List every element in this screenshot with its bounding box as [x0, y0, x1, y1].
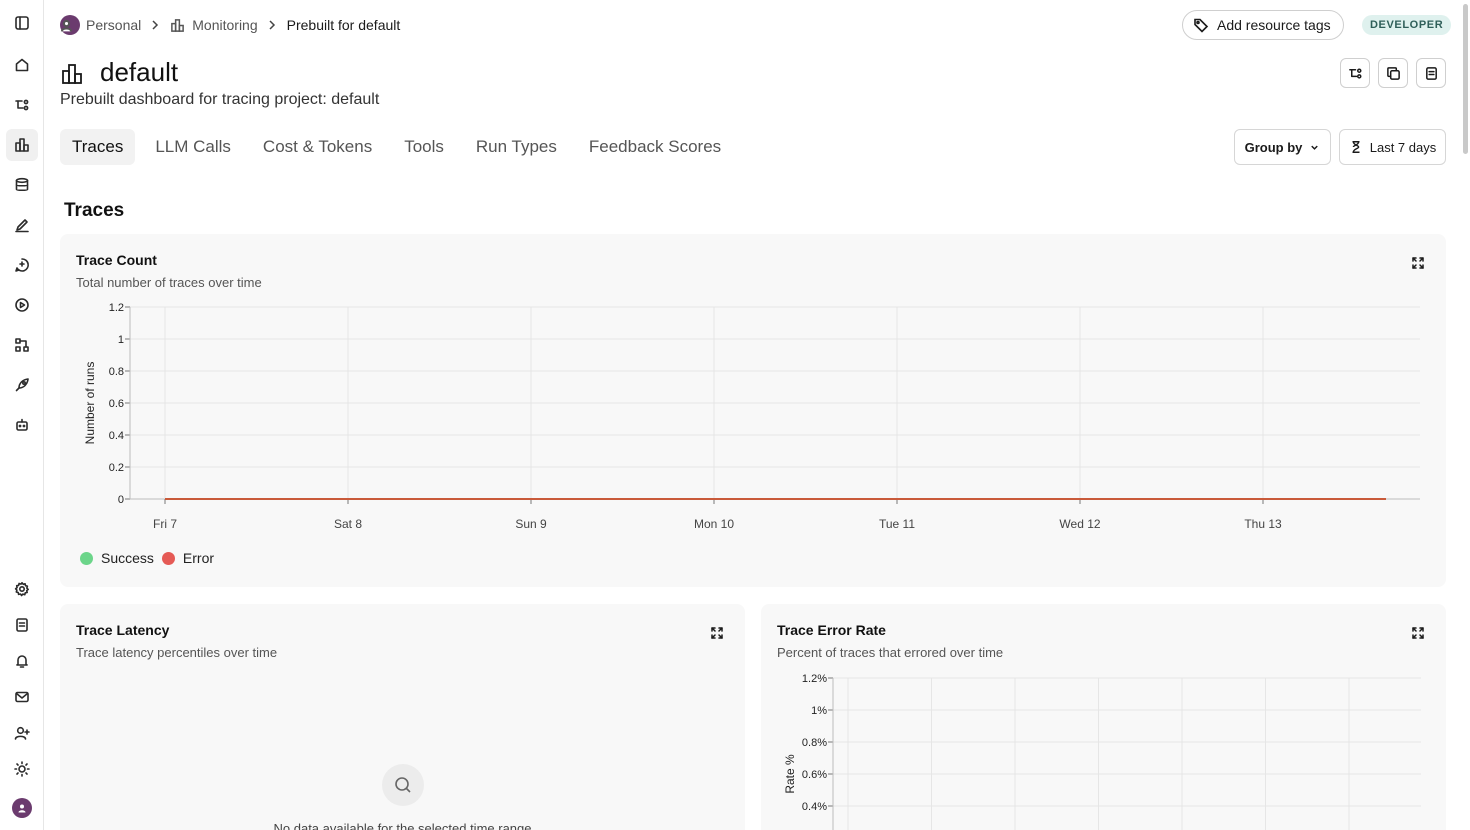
page-subtitle: Prebuilt dashboard for tracing project: …: [60, 91, 380, 108]
x-tick-label: Fri 7: [153, 517, 177, 531]
scrollbar[interactable]: [1463, 4, 1468, 154]
org-avatar-icon: [60, 15, 80, 35]
expand-icon[interactable]: [706, 622, 728, 644]
tab-cost-tokens[interactable]: Cost & Tokens: [251, 129, 384, 165]
invite-user-icon[interactable]: [6, 717, 38, 749]
tab-run-types[interactable]: Run Types: [464, 129, 569, 165]
breadcrumb: Personal Monitoring Prebuilt for default: [60, 14, 400, 36]
legend-item-success[interactable]: Success: [80, 550, 154, 566]
section-title: Traces: [64, 200, 125, 221]
search-icon: [381, 764, 424, 806]
breadcrumb-org[interactable]: Personal: [60, 15, 141, 35]
main-content: Personal Monitoring Prebuilt for default…: [44, 0, 1470, 830]
sidebar-toggle-icon[interactable]: [6, 7, 38, 39]
settings-icon[interactable]: [6, 573, 38, 605]
tab-feedback-scores[interactable]: Feedback Scores: [577, 129, 733, 165]
y-tick-label: 1: [118, 334, 124, 346]
x-tick-label: Mon 10: [694, 517, 734, 531]
legend-item-error[interactable]: Error: [161, 550, 215, 566]
home-icon[interactable]: [6, 49, 38, 81]
empty-state: No data available for the selected time …: [60, 764, 745, 830]
legend-label: Success: [101, 550, 154, 566]
hourglass-icon: [1352, 141, 1360, 153]
playground-icon[interactable]: [6, 289, 38, 321]
chart-legend: Success Error: [80, 550, 222, 566]
x-tick-label: Wed 12: [1059, 517, 1100, 531]
copy-icon: [1386, 66, 1400, 80]
y-tick-label: 0.4%: [802, 801, 827, 813]
agent-icon[interactable]: [6, 409, 38, 441]
breadcrumb-monitoring-label: Monitoring: [192, 17, 258, 33]
annotation-icon[interactable]: [6, 209, 38, 241]
tag-icon: [1194, 18, 1209, 33]
y-tick-label: 0: [118, 494, 124, 506]
app-root: Personal Monitoring Prebuilt for default…: [0, 0, 1470, 830]
trace-count-card: Trace Count Total number of traces over …: [60, 234, 1446, 587]
trace-count-chart: 0 0.2 0.4 0.6 0.8 1 1.2 Fri 7 Sat 8 Sun 9 Mon 10 Tu…: [83, 302, 1420, 531]
y-axis-label: Rate %: [783, 754, 797, 794]
y-tick-label: 0.4: [109, 430, 124, 442]
y-tick-label: 1.2%: [802, 673, 827, 685]
group-by-button[interactable]: Group by: [1234, 129, 1331, 165]
add-resource-tags-label: Add resource tags: [1217, 17, 1331, 33]
tab-llm-calls[interactable]: LLM Calls: [143, 129, 243, 165]
success-dot-icon: [80, 551, 93, 565]
chevron-right-icon: [268, 18, 276, 33]
breadcrumb-org-label: Personal: [86, 17, 142, 33]
chevron-right-icon: [151, 18, 159, 33]
trace-view-button[interactable]: [1340, 58, 1370, 88]
prompts-icon[interactable]: [6, 249, 38, 281]
x-tick-label: Tue 11: [879, 517, 915, 531]
legend-label: Error: [182, 550, 215, 566]
trace-error-rate-chart: 0.4% 0.6% 0.8% 1% 1.2% Rate %: [783, 673, 1421, 830]
sidebar: [0, 0, 44, 830]
card-title: Trace Latency: [76, 622, 170, 638]
y-tick-label: 0.6%: [802, 769, 827, 781]
empty-state-text: No data available for the selected time …: [273, 821, 532, 830]
chevron-down-icon: [1311, 145, 1319, 150]
theme-icon[interactable]: [6, 753, 38, 785]
x-tick-label: Sun 9: [515, 517, 547, 531]
x-tick-label: Thu 13: [1244, 517, 1282, 531]
add-resource-tags-button[interactable]: Add resource tags: [1182, 10, 1344, 40]
rocket-icon[interactable]: [6, 369, 38, 401]
y-tick-label: 1.2: [109, 302, 124, 314]
tab-traces[interactable]: Traces: [60, 129, 136, 165]
docs-icon: [1425, 66, 1437, 80]
tab-tools[interactable]: Tools: [392, 129, 456, 165]
dashboard-icon: [60, 62, 84, 86]
tracing-icon[interactable]: [6, 89, 38, 121]
docs-icon[interactable]: [6, 609, 38, 641]
error-dot-icon: [161, 551, 175, 565]
card-subtitle: Trace latency percentiles over time: [76, 645, 278, 660]
monitoring-icon: [171, 18, 185, 32]
trace-error-rate-card: Trace Error Rate Percent of traces that …: [761, 604, 1446, 830]
y-tick-label: 0.6: [109, 398, 124, 410]
dashboard-tabs: Traces LLM Calls Cost & Tokens Tools Run…: [60, 129, 741, 165]
time-range-label: Last 7 days: [1369, 139, 1437, 155]
tracing-icon: [1348, 67, 1361, 79]
datasets-icon[interactable]: [6, 169, 38, 201]
y-tick-label: 0.8%: [802, 737, 827, 749]
x-tick-label: Sat 8: [334, 517, 362, 531]
y-tick-label: 1%: [811, 705, 827, 717]
user-avatar-icon[interactable]: [12, 798, 32, 818]
docs-button[interactable]: [1416, 58, 1446, 88]
developer-badge: DEVELOPER: [1362, 15, 1452, 35]
mail-icon[interactable]: [6, 681, 38, 713]
monitoring-icon[interactable]: [6, 129, 38, 161]
y-axis-label: Number of runs: [83, 362, 97, 445]
notifications-icon[interactable]: [6, 645, 38, 677]
y-tick-label: 0.8: [109, 366, 124, 378]
y-tick-label: 0.2: [109, 462, 124, 474]
time-range-button[interactable]: Last 7 days: [1339, 129, 1446, 165]
trace-latency-card: Trace Latency Trace latency percentiles …: [60, 604, 745, 830]
breadcrumb-monitoring[interactable]: Monitoring: [170, 17, 258, 33]
breadcrumb-current: Prebuilt for default: [286, 17, 401, 33]
group-by-label: Group by: [1244, 139, 1303, 155]
page-title: default: [100, 57, 179, 87]
clone-dashboard-button[interactable]: [1378, 58, 1408, 88]
deployments-icon[interactable]: [6, 329, 38, 361]
